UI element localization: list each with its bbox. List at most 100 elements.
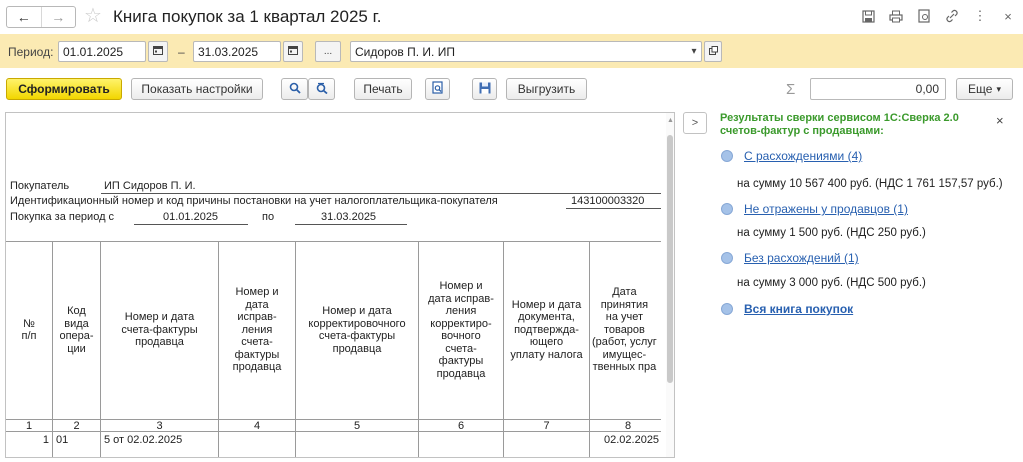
period-from-underline: [134, 224, 248, 225]
table-top-border: [6, 241, 661, 242]
period-from-label: Покупка за период с: [10, 211, 115, 223]
status-dot-icon: [721, 252, 733, 264]
column-number: 4: [253, 420, 261, 432]
sum-field: 0,00: [810, 78, 946, 100]
chevron-down-icon: ▾: [691, 46, 697, 57]
title-bar: ← → ☆ Книга покупок за 1 квартал 2025 г.…: [0, 0, 1023, 34]
organization-input[interactable]: Сидоров П. И. ИП: [350, 41, 702, 62]
sum-not-reflected: на сумму 1 500 руб. (НДС 250 руб.): [737, 227, 926, 239]
open-link-icon: [708, 45, 718, 58]
print-icon[interactable]: [889, 8, 903, 24]
inn-underline: [566, 208, 661, 209]
reconciliation-panel: > Результаты сверки сервисом 1С:Сверка 2…: [683, 108, 1023, 458]
organization-dropdown-button[interactable]: ▾: [686, 41, 702, 62]
link-icon[interactable]: [945, 8, 959, 24]
column-number: 8: [624, 420, 632, 432]
column-header: Дата принятия на учет товаров (работ, ус…: [592, 286, 657, 374]
calendar-icon: [153, 45, 163, 58]
inn-value: 143100003320: [571, 195, 645, 207]
column-header: Номер и дата документа, подтвержда- ющег…: [510, 298, 583, 361]
link-not-reflected[interactable]: Не отражены у продавцов (1): [744, 202, 908, 216]
title-actions: ⋮ ×: [861, 8, 1015, 24]
favorite-star-icon[interactable]: ☆: [84, 5, 102, 27]
scroll-up-icon[interactable]: ▲: [667, 117, 674, 124]
buyer-underline: [101, 193, 661, 194]
table-row-code: 01: [56, 434, 69, 446]
calendar-to-button[interactable]: [283, 41, 303, 62]
column-number: 3: [156, 420, 163, 432]
report-period-from: 01.01.2025: [163, 211, 219, 223]
preview-icon: [431, 81, 444, 97]
calendar-icon: [288, 45, 298, 58]
panel-toggle-button[interactable]: >: [683, 112, 707, 134]
nav-buttons: ← →: [6, 6, 76, 28]
column-header: Код вида опера- ции: [59, 305, 94, 355]
column-number: 6: [457, 420, 465, 432]
link-whole-book[interactable]: Вся книга покупок: [744, 302, 853, 316]
buyer-label: Покупатель: [10, 180, 70, 192]
arrow-left-icon: ←: [16, 9, 31, 25]
column-number: 2: [73, 420, 80, 432]
column-header: Номер и дата исправ- ления счета- фактур…: [232, 286, 282, 374]
period-to-label: по: [262, 211, 275, 223]
link-with-discrepancies[interactable]: С расхождениями (4): [744, 149, 862, 163]
table-row-accept-date: 02.02.2025: [604, 434, 660, 446]
save-disk-icon: [479, 82, 491, 97]
sum-without-discrepancies: на сумму 3 000 руб. (НДС 500 руб.): [737, 277, 926, 289]
period-to-input[interactable]: 31.03.2025: [193, 41, 281, 62]
organization-open-button[interactable]: [704, 41, 722, 62]
more-button[interactable]: Еще ▾: [956, 78, 1013, 100]
buyer-value: ИП Сидоров П. И.: [104, 180, 196, 192]
period-bar: Период: 01.01.2025 – 31.03.2025 ... Сидо…: [0, 34, 1023, 68]
sum-with-discrepancies: на сумму 10 567 400 руб. (НДС 1 761 157,…: [737, 178, 1003, 190]
column-header: Номер и дата счета-фактуры продавца: [121, 311, 198, 349]
forward-button[interactable]: →: [40, 7, 76, 27]
scrollbar-thumb[interactable]: [667, 135, 673, 383]
search-next-icon: [316, 82, 328, 97]
more-button-label: Еще: [968, 82, 993, 96]
inn-label: Идентификационный номер и код причины по…: [10, 195, 498, 207]
search-icon: [289, 82, 301, 97]
status-dot-icon: [721, 150, 733, 162]
chevron-right-icon: >: [691, 117, 699, 129]
table-row-invoice: 5 от 02.02.2025: [104, 434, 183, 446]
period-select-button[interactable]: ...: [315, 41, 341, 62]
back-button[interactable]: ←: [7, 7, 41, 27]
sigma-icon: Σ: [786, 81, 796, 98]
arrow-right-icon: →: [51, 9, 66, 25]
column-header: № п/п: [21, 317, 37, 343]
generate-button[interactable]: Сформировать: [6, 78, 122, 100]
more-vertical-icon[interactable]: ⋮: [973, 8, 987, 24]
chevron-down-icon: ▾: [996, 83, 1001, 94]
calendar-from-button[interactable]: [148, 41, 168, 62]
save-disk-icon[interactable]: [861, 8, 875, 24]
search-next-button[interactable]: [308, 78, 335, 100]
period-label: Период:: [8, 45, 54, 59]
vertical-scrollbar[interactable]: ▲: [666, 113, 674, 457]
column-number: 1: [25, 420, 33, 432]
column-number: 7: [543, 420, 550, 432]
table-row-number: 1: [42, 434, 49, 446]
preview-icon[interactable]: [917, 8, 931, 24]
period-from-input[interactable]: 01.01.2025: [58, 41, 146, 62]
status-dot-icon: [721, 303, 733, 315]
show-settings-button[interactable]: Показать настройки: [131, 78, 263, 100]
column-number: 5: [353, 420, 361, 432]
search-button[interactable]: [281, 78, 308, 100]
link-without-discrepancies[interactable]: Без расхождений (1): [744, 251, 859, 265]
save-button[interactable]: [472, 78, 497, 100]
preview-button[interactable]: [425, 78, 450, 100]
period-dash: –: [178, 45, 185, 59]
column-header: Номер и дата корректировочного счета-фак…: [308, 305, 406, 355]
window-title: Книга покупок за 1 квартал 2025 г.: [113, 7, 382, 26]
report-period-to: 31.03.2025: [321, 211, 377, 223]
close-icon[interactable]: ×: [1001, 8, 1015, 24]
toolbar: Сформировать Показать настройки Печать В…: [0, 68, 1023, 108]
export-button[interactable]: Выгрузить: [506, 78, 587, 100]
close-icon[interactable]: ×: [996, 113, 1004, 128]
status-dot-icon: [721, 203, 733, 215]
period-to-underline: [295, 224, 407, 225]
panel-title: Результаты сверки сервисом 1С:Сверка 2.0…: [720, 112, 959, 137]
print-button[interactable]: Печать: [354, 78, 412, 100]
report-area[interactable]: Покупатель ИП Сидоров П. И. Идентификаци…: [5, 112, 675, 458]
